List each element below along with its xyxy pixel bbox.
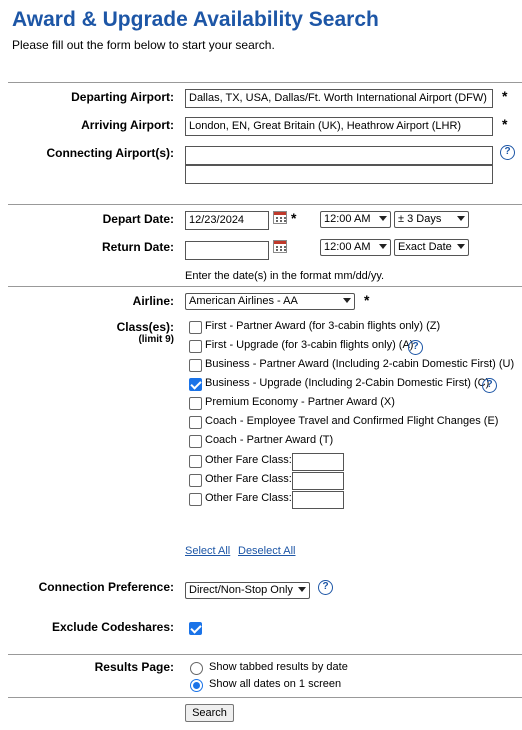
depart-date-input[interactable]: 12/23/2024	[185, 211, 269, 230]
connection-preference-select[interactable]: Direct/Non-Stop Only	[185, 582, 310, 599]
return-date-label: Return Date:	[101, 240, 174, 254]
required-mark: *	[364, 292, 370, 308]
classes-limit: (limit 9)	[138, 334, 174, 345]
other-fare-checkbox-1[interactable]	[189, 455, 202, 468]
class-checkbox-z[interactable]	[189, 321, 202, 334]
airline-select[interactable]: American Airlines - AA	[185, 293, 355, 310]
class-label-u: Business - Partner Award (Including 2-ca…	[205, 358, 515, 370]
return-date-input[interactable]	[185, 241, 269, 260]
other-fare-label-2: Other Fare Class:	[205, 473, 292, 485]
required-mark: *	[502, 116, 508, 132]
divider	[8, 286, 522, 287]
class-c-help-icon[interactable]: ?	[482, 378, 497, 393]
results-all-dates-radio[interactable]	[190, 679, 203, 692]
other-fare-checkbox-2[interactable]	[189, 474, 202, 487]
required-mark: *	[291, 210, 297, 226]
deselect-all-link[interactable]: Deselect All	[238, 545, 295, 557]
divider	[8, 82, 522, 83]
return-range-select[interactable]: Exact Date	[394, 239, 469, 256]
results-all-dates-label: Show all dates on 1 screen	[209, 678, 342, 690]
divider	[8, 204, 522, 205]
connection-preference-label: Connection Preference:	[38, 580, 174, 594]
arriving-airport-label: Arriving Airport:	[81, 118, 174, 132]
other-fare-input-3[interactable]	[292, 491, 344, 509]
depart-time-select[interactable]: 12:00 AM	[320, 211, 391, 228]
arriving-airport-input[interactable]: London, EN, Great Britain (UK), Heathrow…	[185, 117, 493, 136]
class-label-t: Coach - Partner Award (T)	[205, 434, 334, 446]
class-label-z: First - Partner Award (for 3-cabin fligh…	[205, 320, 441, 332]
page-subtitle: Please fill out the form below to start …	[12, 38, 275, 52]
class-checkbox-t[interactable]	[189, 435, 202, 448]
class-checkbox-c[interactable]	[189, 378, 202, 391]
search-button[interactable]: Search	[185, 704, 234, 722]
classes-label: Class(es):	[116, 320, 174, 334]
depart-date-label: Depart Date:	[102, 212, 174, 226]
connecting-help-icon[interactable]: ?	[500, 145, 515, 160]
other-fare-input-2[interactable]	[292, 472, 344, 490]
departing-airport-input[interactable]: Dallas, TX, USA, Dallas/Ft. Worth Intern…	[185, 89, 493, 108]
class-checkbox-a[interactable]	[189, 340, 202, 353]
results-page-label: Results Page:	[94, 660, 174, 674]
class-label-c: Business - Upgrade (Including 2-Cabin Do…	[205, 377, 490, 389]
select-all-link[interactable]: Select All	[185, 545, 230, 557]
required-mark: *	[502, 88, 508, 104]
class-label-e: Coach - Employee Travel and Confirmed Fl…	[205, 415, 499, 427]
results-tabbed-radio[interactable]	[190, 662, 203, 675]
depart-range-select[interactable]: ± 3 Days	[394, 211, 469, 228]
class-checkbox-e[interactable]	[189, 416, 202, 429]
class-a-help-icon[interactable]: ?	[408, 340, 423, 355]
class-checkbox-u[interactable]	[189, 359, 202, 372]
connecting-airport-input-1[interactable]	[185, 146, 493, 165]
page-title: Award & Upgrade Availability Search	[12, 8, 379, 31]
connecting-airport-label: Connecting Airport(s):	[46, 146, 174, 160]
other-fare-label-3: Other Fare Class:	[205, 492, 292, 504]
class-label-x: Premium Economy - Partner Award (X)	[205, 396, 395, 408]
return-time-select[interactable]: 12:00 AM	[320, 239, 391, 256]
calendar-icon[interactable]	[273, 211, 287, 224]
other-fare-checkbox-3[interactable]	[189, 493, 202, 506]
connection-help-icon[interactable]: ?	[318, 580, 333, 595]
other-fare-label-1: Other Fare Class:	[205, 454, 292, 466]
other-fare-input-1[interactable]	[292, 453, 344, 471]
class-checkbox-x[interactable]	[189, 397, 202, 410]
connecting-airport-input-2[interactable]	[185, 165, 493, 184]
results-tabbed-label: Show tabbed results by date	[209, 661, 348, 673]
exclude-codeshares-checkbox[interactable]	[189, 622, 202, 635]
class-label-a: First - Upgrade (for 3-cabin flights onl…	[205, 339, 414, 351]
divider	[8, 654, 522, 655]
airline-label: Airline:	[132, 294, 174, 308]
date-format-note: Enter the date(s) in the format mm/dd/yy…	[185, 270, 385, 282]
divider	[8, 697, 522, 698]
exclude-codeshares-label: Exclude Codeshares:	[51, 620, 174, 634]
departing-airport-label: Departing Airport:	[71, 90, 174, 104]
calendar-icon[interactable]	[273, 240, 287, 253]
